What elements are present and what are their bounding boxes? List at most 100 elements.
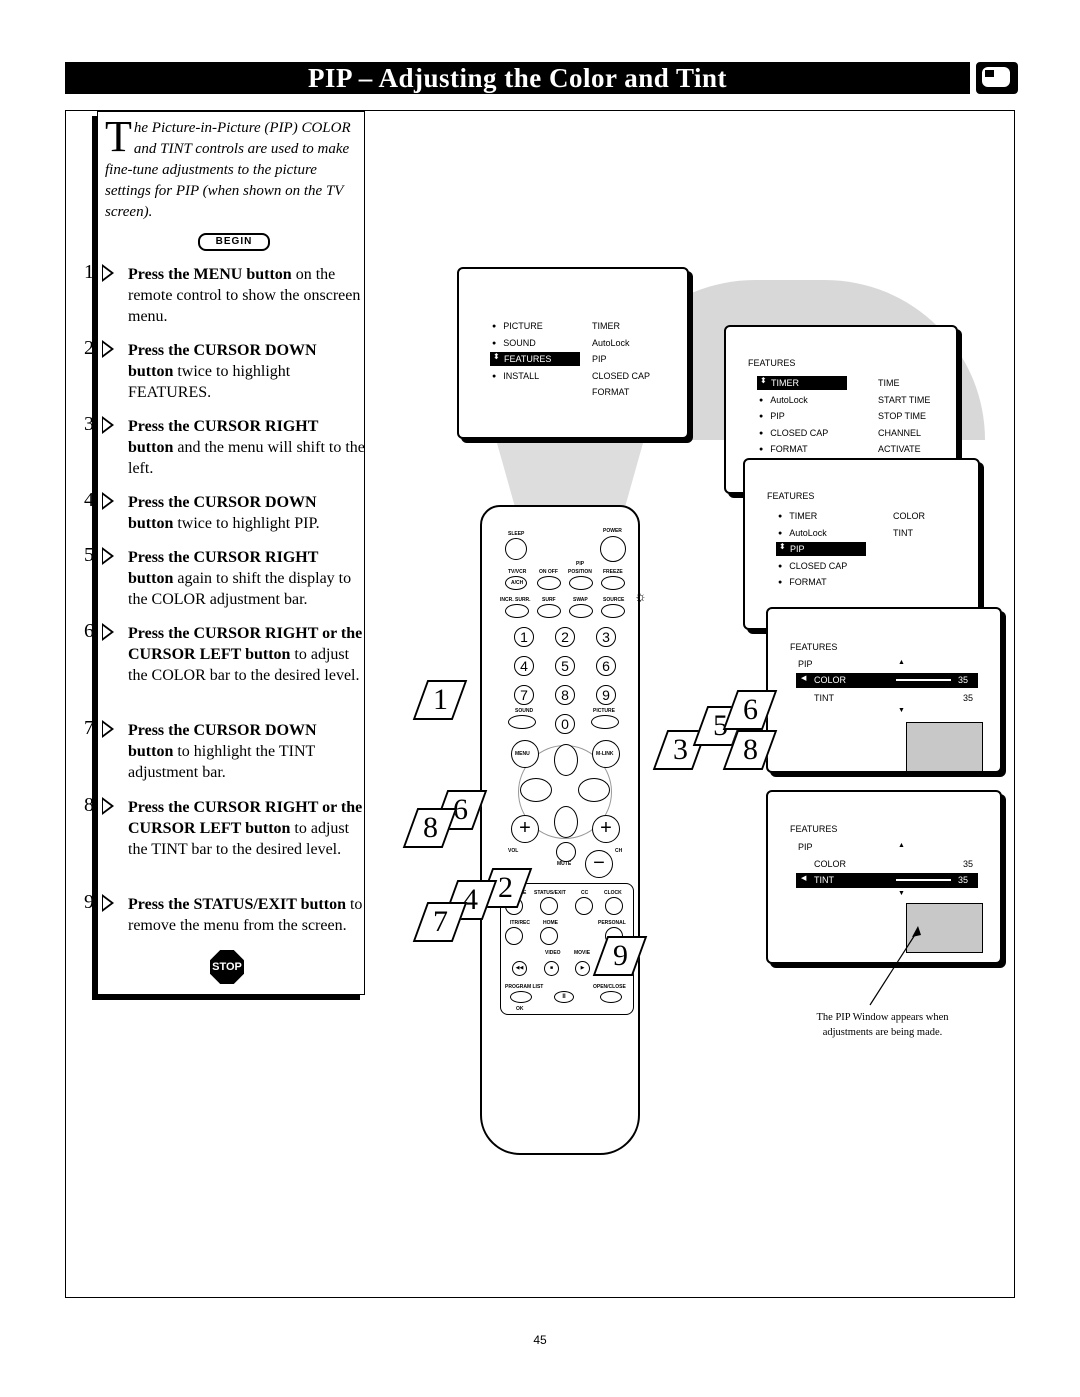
menu-item[interactable]: TIMER [778,511,817,521]
pip-onoff-button[interactable] [537,576,561,590]
cursor-up-button[interactable] [554,744,578,776]
clock-button[interactable] [605,897,623,915]
menu-item-pip: PIP [798,659,813,669]
menu-item[interactable]: PICTURE [492,321,543,331]
step-action: Press the STATUS/EXIT button [128,896,346,913]
picture-button[interactable] [591,715,619,729]
cursor-left-button[interactable] [520,778,552,802]
tint-value: 35 [963,693,974,703]
menu-item-selected[interactable]: ⬍ FEATURES [490,352,580,366]
drop-cap: T [105,112,132,161]
menu-button[interactable]: MENU [511,740,539,768]
menu-item[interactable]: COLOR [893,511,925,521]
mute-button[interactable] [556,842,576,862]
sound-button[interactable] [508,715,536,729]
menu-item[interactable]: AutoLock [592,338,630,348]
menu-item[interactable]: CLOSED CAP [759,428,828,438]
step-text: Press the CURSOR RIGHT button and the me… [80,416,365,479]
cc-button[interactable] [575,897,593,915]
menu-item[interactable]: FORMAT [592,387,629,397]
label-program: PROGRAM LIST [505,984,544,990]
digit-2-button[interactable]: 2 [555,627,575,647]
label-cc: CC [581,890,589,896]
vol-up-button[interactable]: + [511,815,539,843]
menu-item[interactable]: TINT [893,528,913,538]
label-clock: CLOCK [604,890,622,896]
begin-badge: BEGIN [198,233,270,251]
pip-position-button[interactable] [569,576,593,590]
label-status: STATUS/EXIT [534,890,566,896]
menu-item[interactable]: SOUND [492,338,536,348]
menu-item[interactable]: CLOSED CAP [778,561,847,571]
menu-item[interactable]: FORMAT [778,577,826,587]
digit-9-button[interactable]: 9 [596,685,616,705]
digit-7-button[interactable]: 7 [514,685,534,705]
label-pip: PIP [576,561,585,567]
callout-number: 8 [422,811,438,844]
surf-button[interactable] [537,604,561,618]
freeze-button[interactable] [601,576,625,590]
home-button[interactable] [540,927,558,945]
open-close-button[interactable] [600,991,622,1003]
menu-item[interactable]: START TIME [878,395,930,405]
color-level-bar[interactable] [896,679,951,681]
play-button[interactable]: ▶ [575,961,590,976]
menu-item[interactable]: PIP [759,411,785,421]
source-button[interactable] [601,604,625,618]
pause-button[interactable]: II [554,991,574,1003]
digit-4-button[interactable]: 4 [514,656,534,676]
ach-button[interactable]: A/CH [505,576,527,590]
label-incr: INCR. SURR. [500,597,531,603]
tint-adjust-row[interactable]: ◀ TINT 35 [796,873,978,888]
step-text: Press the CURSOR RIGHT or the CURSOR LEF… [80,623,365,686]
color-adjust-row[interactable]: ◀ COLOR 35 [796,673,978,688]
menu-item[interactable]: TIMER [592,321,620,331]
down-arrow-icon: ▼ [898,890,905,897]
menu-item[interactable]: INSTALL [492,371,539,381]
cursor-down-button[interactable] [554,806,578,838]
menu-item[interactable]: CLOSED CAP [592,371,650,381]
label-openclose: OPEN/CLOSE [593,984,626,990]
status-exit-button[interactable] [540,897,558,915]
digit-5-button[interactable]: 5 [555,656,575,676]
swap-button[interactable] [569,604,593,618]
label-position: POSITION [568,569,592,575]
rewind-button[interactable]: ◀◀ [512,961,527,976]
menu-item[interactable]: FORMAT [759,444,807,454]
callout-number: 4 [462,883,478,916]
stop-button[interactable]: ■ [544,961,559,976]
digit-0-button[interactable]: 0 [555,714,575,734]
menu-item[interactable]: AutoLock [759,395,808,405]
ch-down-button[interactable]: − [585,850,613,878]
tint-level-bar[interactable] [896,879,951,881]
menu-item[interactable]: TIME [878,378,900,388]
menu-item-selected[interactable]: ⬍ PIP [776,542,866,556]
menu-item[interactable]: ACTIVATE [878,444,921,454]
menu-item[interactable]: AutoLock [778,528,827,538]
step-8: 8 Press the CURSOR RIGHT or the CURSOR LE… [80,795,365,860]
label-freeze: FREEZE [603,569,623,575]
cursor-right-button[interactable] [578,778,610,802]
label-movie: MOVIE [574,950,591,956]
left-arrow-icon: ◀ [801,675,807,682]
digit-1-button[interactable]: 1 [514,627,534,647]
menu-item-selected[interactable]: ⬍ TIMER [757,376,847,390]
incr-surr-button[interactable] [505,604,529,618]
digit-3-button[interactable]: 3 [596,627,616,647]
ch-up-button[interactable]: + [592,815,620,843]
label-power: POWER [603,528,622,534]
menu-item[interactable]: STOP TIME [878,411,926,421]
power-button[interactable] [600,536,626,562]
step-number-arrow-icon: 6 [80,621,120,643]
program-list-button[interactable] [510,991,532,1003]
itr-rec-button[interactable] [505,927,523,945]
digit-8-button[interactable]: 8 [555,685,575,705]
step-text: Press the CURSOR DOWN button to highligh… [80,720,365,783]
digit-6-button[interactable]: 6 [596,656,616,676]
callout-number: 7 [432,905,448,938]
sleep-button[interactable] [505,538,527,560]
step-number-arrow-icon: 3 [80,414,120,436]
menu-item[interactable]: CHANNEL [878,428,921,438]
m-link-button[interactable]: M-LINK [592,740,620,768]
menu-item[interactable]: PIP [592,354,607,364]
